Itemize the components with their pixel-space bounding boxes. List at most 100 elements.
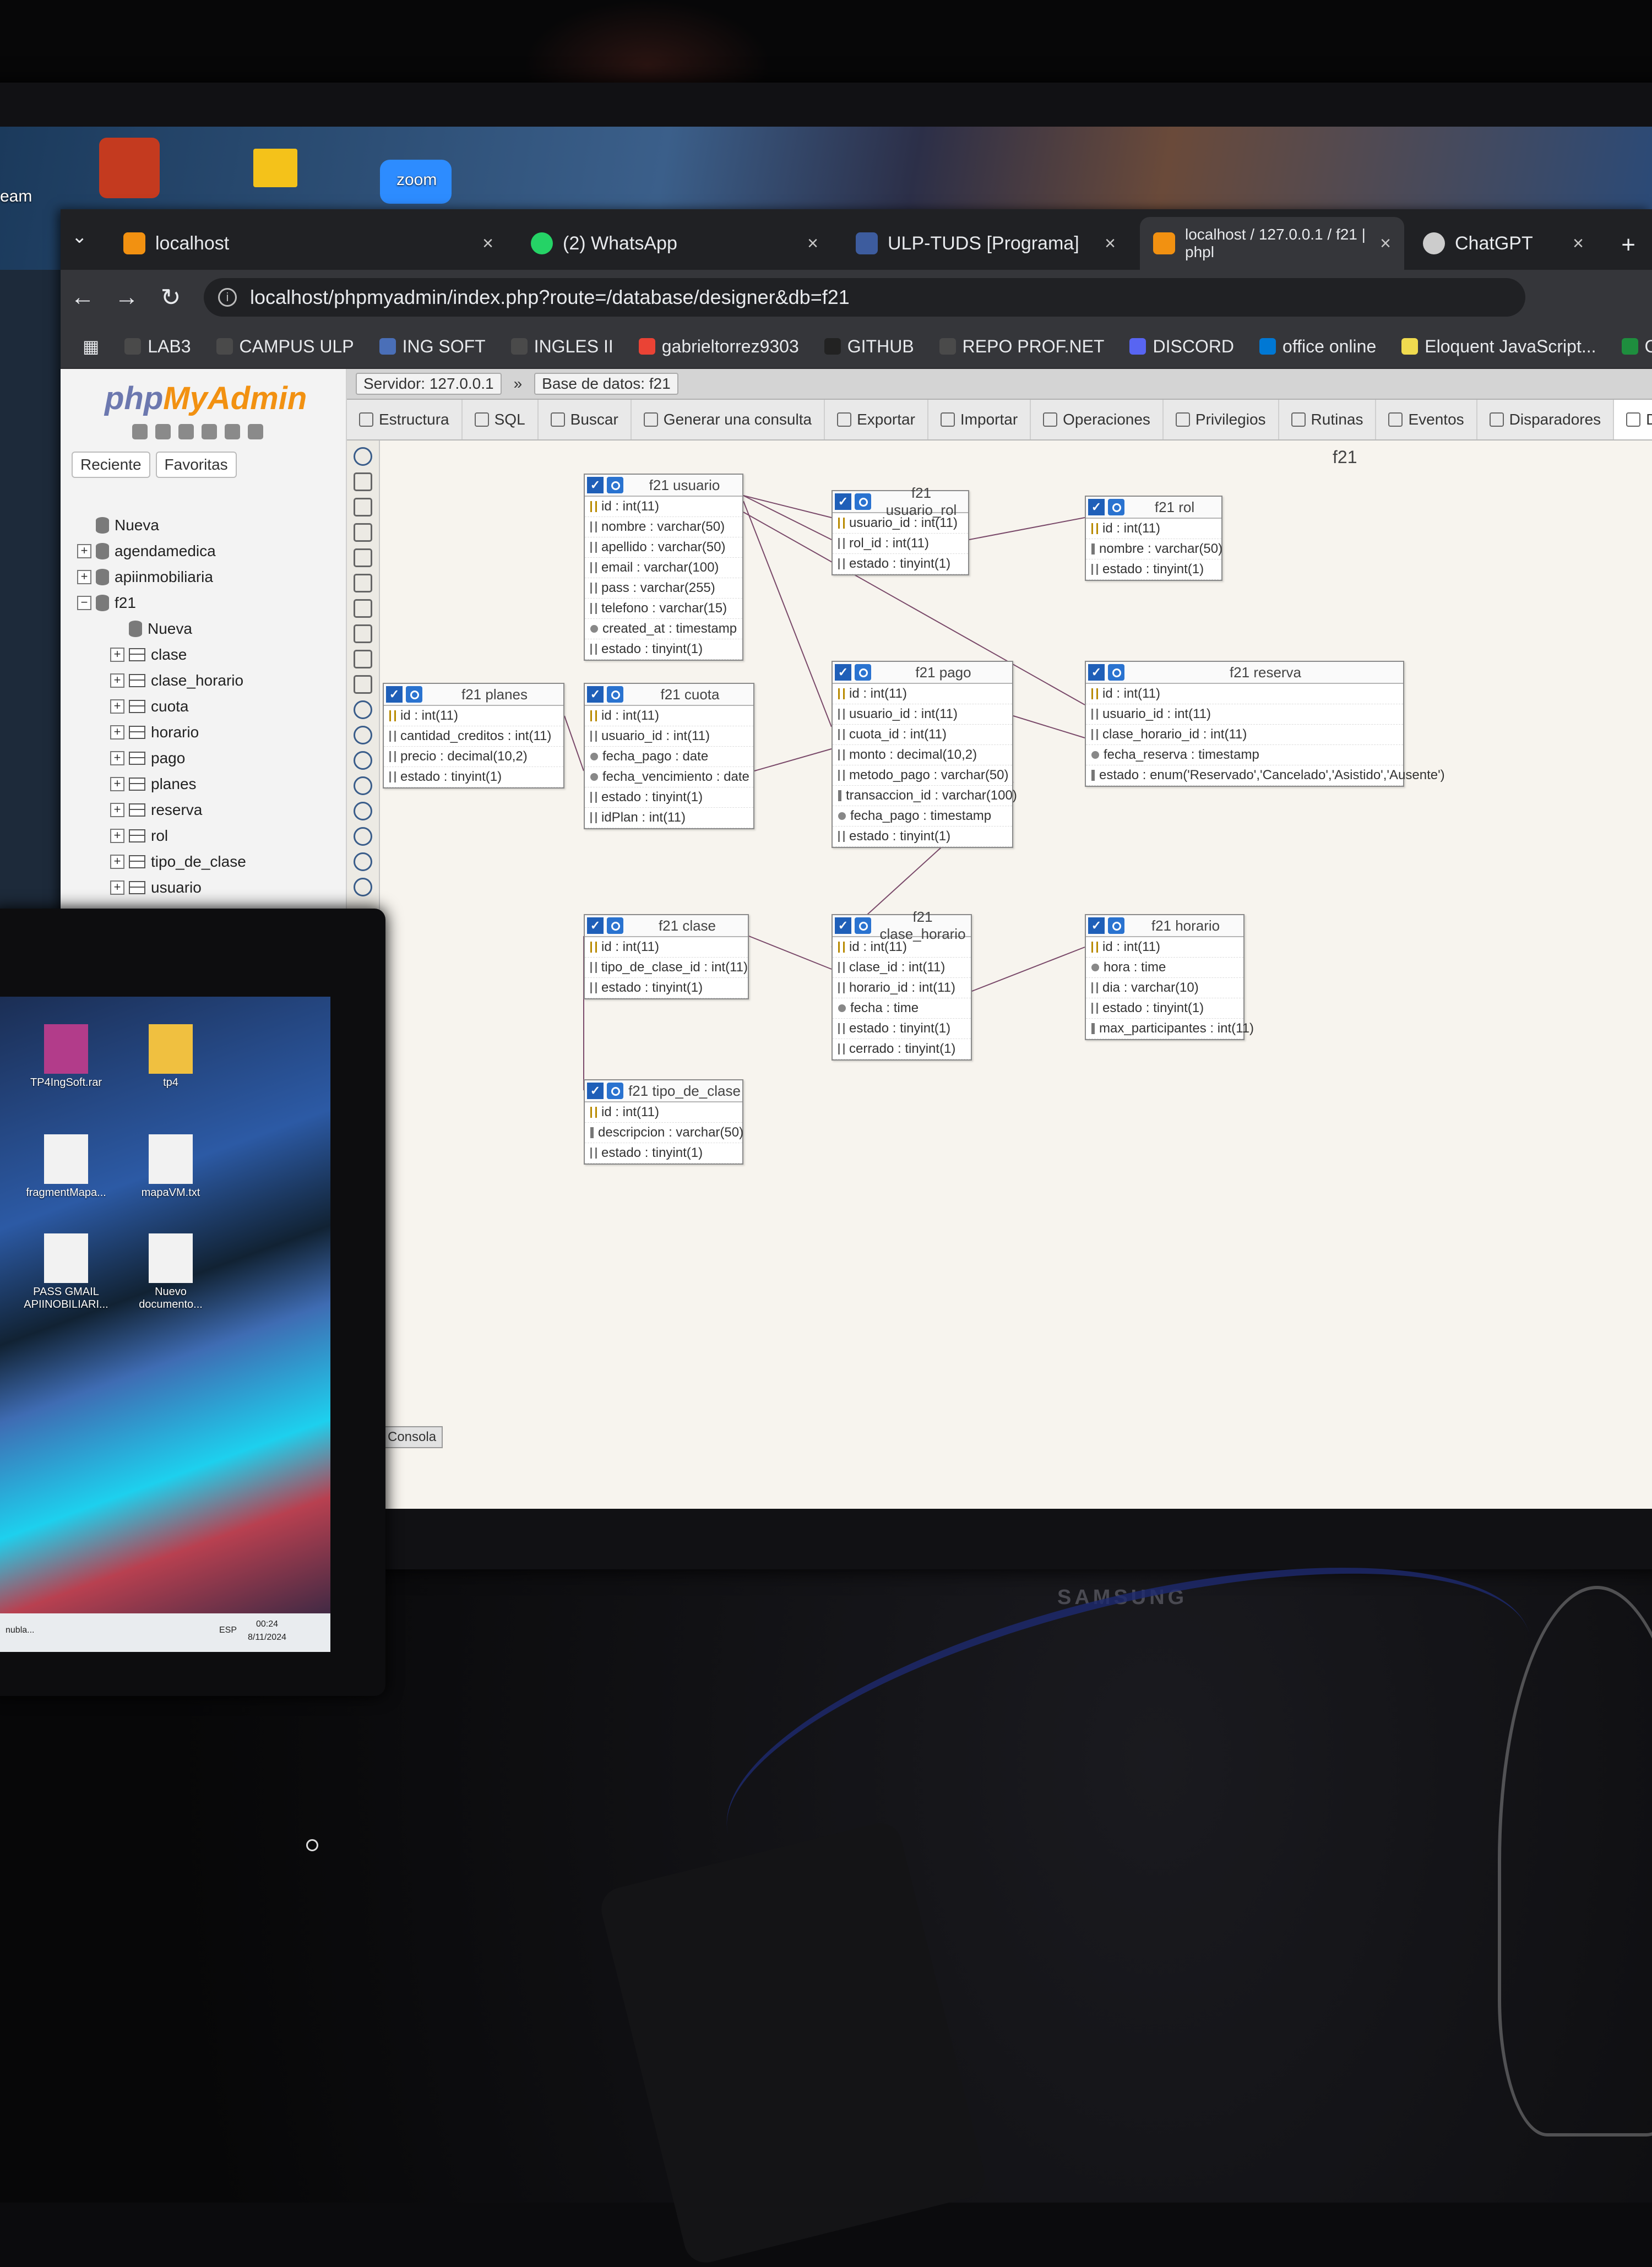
tab-ulp-tuds[interactable]: ULP-TUDS [Programa] ×: [843, 217, 1129, 270]
table-options-icon[interactable]: [406, 686, 422, 703]
toggle-columns-icon[interactable]: ✓: [587, 917, 604, 934]
xampp-icon[interactable]: [99, 138, 160, 198]
close-icon[interactable]: ×: [1573, 233, 1584, 254]
address-bar[interactable]: i localhost/phpmyadmin/index.php?route=/…: [204, 278, 1525, 317]
table-options-icon[interactable]: [855, 664, 871, 681]
column-row[interactable]: horario_id : int(11): [833, 978, 971, 998]
tab-disparadores[interactable]: Disparadores: [1477, 400, 1615, 439]
expand-icon[interactable]: +: [110, 880, 124, 895]
table-header[interactable]: ✓ f21 reserva: [1086, 662, 1403, 684]
bookmark-item[interactable]: INGLES II: [510, 336, 613, 357]
tab-generar-una-consulta[interactable]: Generar una consulta: [632, 400, 825, 439]
toggle-columns-icon[interactable]: ✓: [835, 493, 851, 510]
toggle-columns-icon[interactable]: ✓: [587, 1083, 604, 1099]
tree-item-rol[interactable]: + rol: [77, 823, 341, 849]
new-tab-button[interactable]: +: [1621, 231, 1635, 259]
breadcrumb-server[interactable]: Servidor: 127.0.0.1: [356, 373, 502, 395]
table-options-icon[interactable]: [1108, 664, 1124, 681]
bookmark-item[interactable]: LAB3: [124, 336, 191, 357]
tab-privilegios[interactable]: Privilegios: [1164, 400, 1279, 439]
toggle-columns-icon[interactable]: ✓: [835, 917, 851, 934]
expand-icon[interactable]: +: [110, 776, 124, 791]
reload-icon[interactable]: [248, 424, 263, 439]
column-row[interactable]: clase_horario_id : int(11): [1086, 725, 1403, 745]
column-row[interactable]: fecha_pago : date: [585, 747, 753, 767]
help-icon[interactable]: [178, 424, 194, 439]
tab-importar[interactable]: Importar: [928, 400, 1031, 439]
column-row[interactable]: id : int(11): [585, 497, 742, 517]
column-row[interactable]: descripcion : varchar(50): [585, 1123, 743, 1143]
table-box-usuario[interactable]: ✓ f21 usuario id : int(11) nombre : varchar…: [584, 474, 743, 661]
table-header[interactable]: ✓ f21 tipo_de_clase: [585, 1080, 742, 1102]
column-row[interactable]: estado : tinyint(1): [833, 827, 1012, 847]
table-header[interactable]: ✓ f21 clase_horario: [833, 909, 971, 942]
tab-buscar[interactable]: Buscar: [539, 400, 632, 439]
column-row[interactable]: id : int(11): [1086, 937, 1243, 958]
column-row[interactable]: id : int(11): [833, 684, 1012, 704]
column-row[interactable]: cantidad_creditos : int(11): [384, 726, 563, 747]
bookmark-item[interactable]: DISCORD: [1129, 336, 1234, 357]
column-row[interactable]: usuario_id : int(11): [833, 704, 1012, 725]
column-row[interactable]: estado : tinyint(1): [1086, 998, 1243, 1019]
tree-item-usuario[interactable]: + usuario: [77, 874, 341, 900]
column-row[interactable]: estado : tinyint(1): [833, 554, 968, 574]
text-file-icon[interactable]: [149, 1134, 193, 1184]
tab-localhost[interactable]: localhost ×: [110, 217, 507, 270]
table-options-icon[interactable]: [855, 493, 871, 510]
toggle-columns-icon[interactable]: ✓: [587, 686, 604, 703]
table-box-clase-horario[interactable]: ✓ f21 clase_horario id : int(11) clase_id :…: [832, 909, 972, 1061]
table-box-reserva[interactable]: ✓ f21 reserva id : int(11) usuario_id : int…: [1085, 661, 1445, 787]
table-options-icon[interactable]: [607, 917, 623, 934]
taskbar-clock[interactable]: 00:24 8/11/2024: [248, 1618, 286, 1644]
column-row[interactable]: id : int(11): [585, 1102, 742, 1123]
column-row[interactable]: max_participantes : int(11): [1086, 1019, 1254, 1039]
toggle-columns-icon[interactable]: ✓: [1088, 664, 1105, 681]
column-row[interactable]: fecha : time: [833, 998, 971, 1019]
column-row[interactable]: email : varchar(100): [585, 558, 742, 578]
tree-item-agendamedica[interactable]: + agendamedica: [77, 538, 341, 564]
column-row[interactable]: precio : decimal(10,2): [384, 747, 563, 767]
expand-icon[interactable]: +: [110, 725, 124, 740]
tab-diseñador[interactable]: Diseñador: [1614, 400, 1652, 439]
expand-icon[interactable]: +: [110, 828, 124, 843]
folder-icon[interactable]: [149, 1024, 193, 1074]
table-header[interactable]: ✓ f21 planes: [384, 684, 563, 706]
tab-eventos[interactable]: Eventos: [1376, 400, 1477, 439]
table-options-icon[interactable]: [1108, 499, 1124, 515]
column-row[interactable]: fecha_reserva : timestamp: [1086, 745, 1403, 765]
table-header[interactable]: ✓ f21 horario: [1086, 915, 1243, 937]
table-header[interactable]: ✓ f21 rol: [1086, 497, 1221, 519]
column-row[interactable]: nombre : varchar(50): [585, 517, 742, 537]
settings-icon[interactable]: [225, 424, 240, 439]
tab-estructura[interactable]: Estructura: [347, 400, 463, 439]
bookmark-item[interactable]: ING SOFT: [379, 336, 486, 357]
column-row[interactable]: cuota_id : int(11): [833, 725, 1012, 745]
column-row[interactable]: tipo_de_clase_id : int(11): [585, 958, 748, 978]
favorites-tab[interactable]: Favoritas: [155, 452, 237, 478]
expand-icon[interactable]: +: [110, 802, 124, 817]
column-row[interactable]: estado : tinyint(1): [833, 1019, 971, 1039]
tree-item-horario[interactable]: + horario: [77, 719, 341, 745]
expand-icon[interactable]: +: [110, 673, 124, 688]
column-row[interactable]: estado : tinyint(1): [585, 978, 748, 998]
table-box-rol[interactable]: ✓ f21 rol id : int(11) nombre : varchar(50)…: [1085, 496, 1222, 581]
tab-phpmyadmin[interactable]: localhost / 127.0.0.1 / f21 | phpl ×: [1140, 217, 1404, 270]
expand-icon[interactable]: +: [110, 699, 124, 714]
column-row[interactable]: estado : tinyint(1): [585, 787, 753, 808]
table-box-tipo-de-clase[interactable]: ✓ f21 tipo_de_clase id : int(11) descripcio…: [584, 1079, 743, 1165]
tree-item-nueva[interactable]: Nueva: [77, 616, 341, 641]
home-icon[interactable]: [132, 424, 148, 439]
table-box-pago[interactable]: ✓ f21 pago id : int(11) usuario_id : int(11…: [832, 661, 1017, 848]
column-row[interactable]: idPlan : int(11): [585, 808, 753, 828]
text-file-icon[interactable]: [149, 1233, 193, 1283]
tab-whatsapp[interactable]: (2) WhatsApp ×: [518, 217, 832, 270]
column-row[interactable]: id : int(11): [384, 706, 563, 726]
tab-rutinas[interactable]: Rutinas: [1279, 400, 1377, 439]
expand-icon[interactable]: +: [77, 543, 91, 558]
forward-icon[interactable]: →: [105, 284, 149, 311]
column-row[interactable]: id : int(11): [1086, 684, 1403, 704]
table-header[interactable]: ✓ f21 clase: [585, 915, 748, 937]
column-row[interactable]: created_at : timestamp: [585, 619, 742, 639]
bookmark-item[interactable]: GITHUB: [824, 336, 914, 357]
column-row[interactable]: estado : tinyint(1): [585, 1143, 742, 1164]
